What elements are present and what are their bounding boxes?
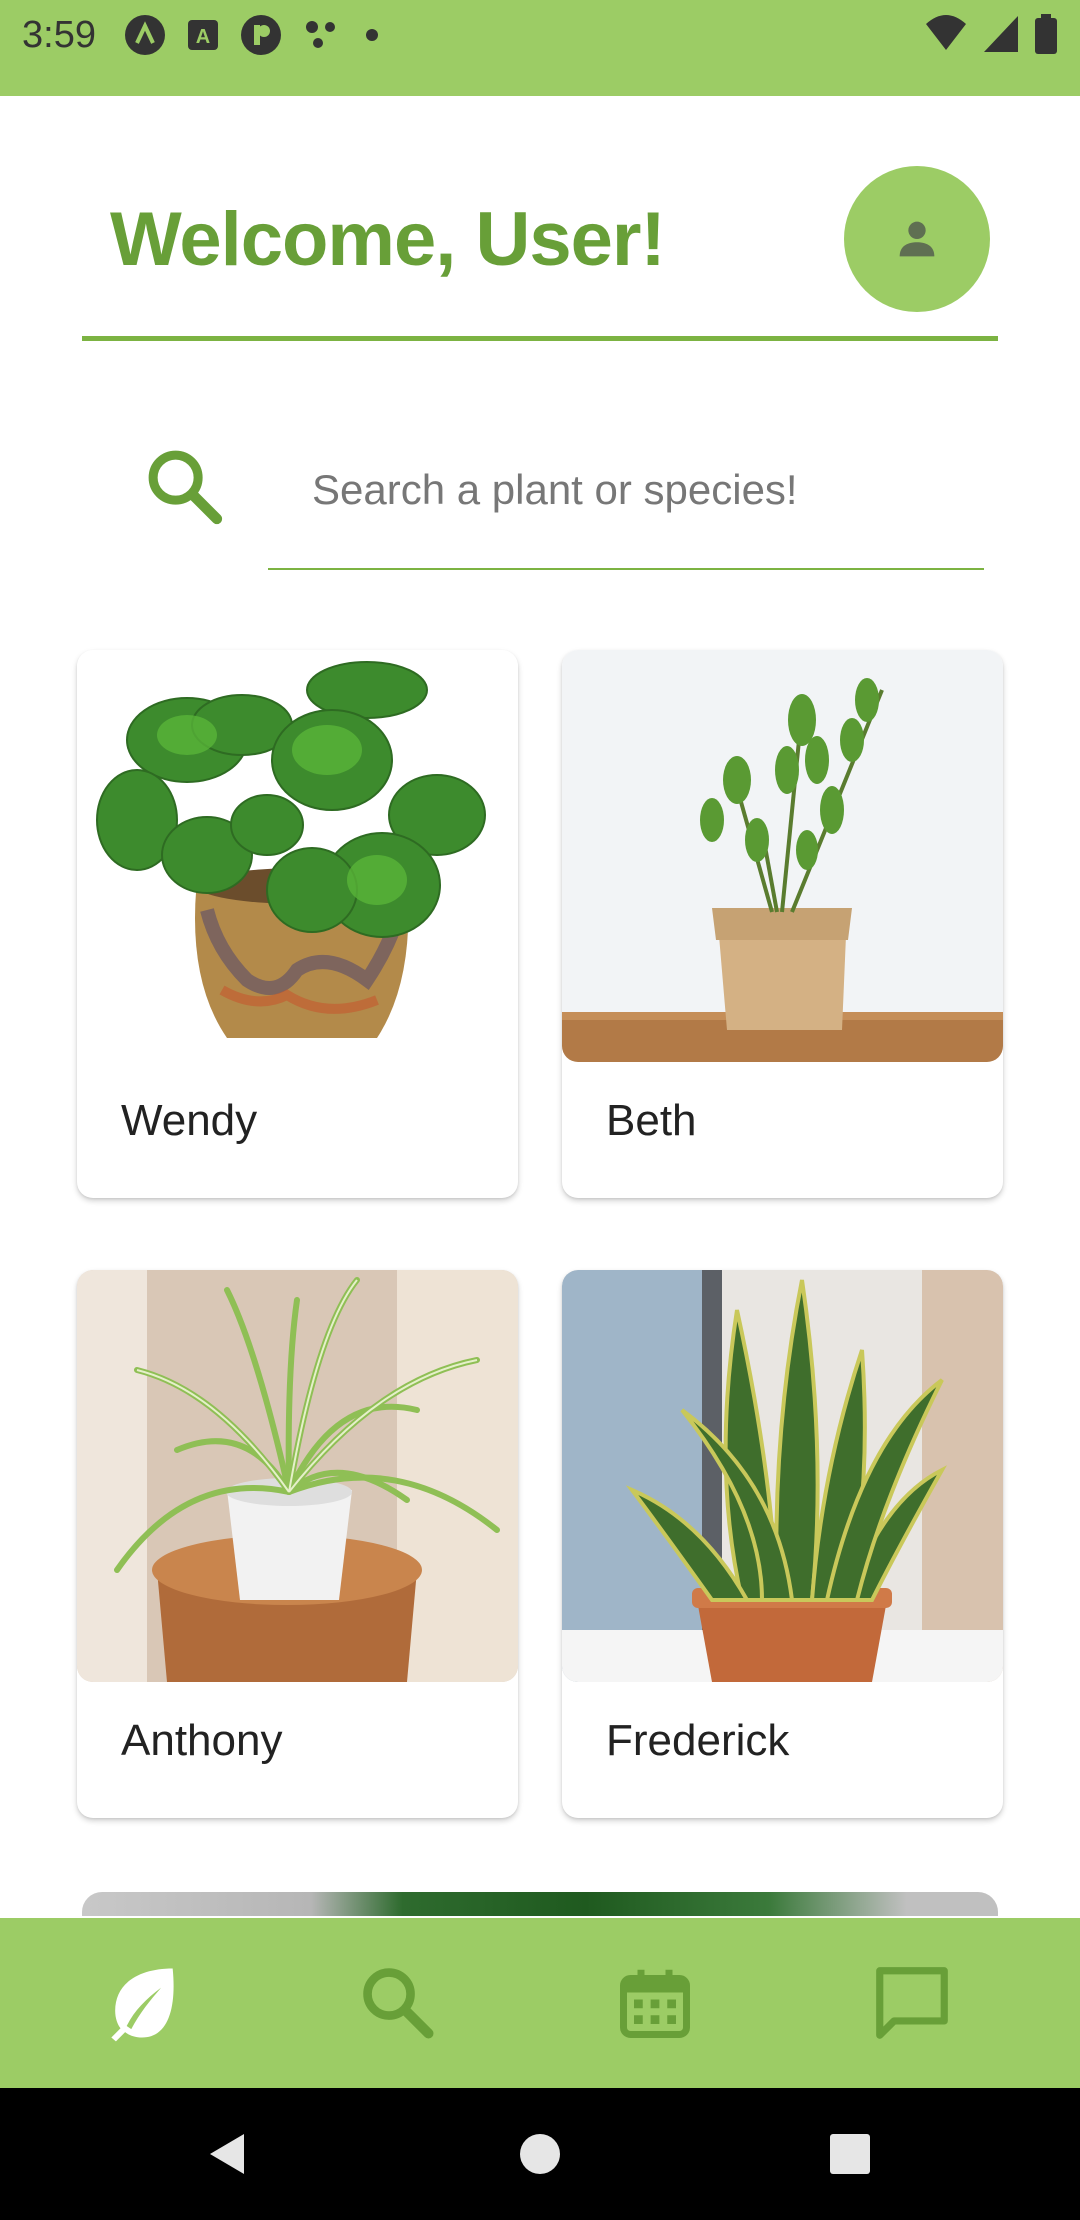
recents-square-icon — [830, 2134, 870, 2174]
dots-notification-icon — [306, 21, 335, 48]
nav-item-calendar[interactable] — [600, 1948, 710, 2058]
header-divider — [82, 336, 998, 341]
recents-button[interactable] — [820, 2124, 880, 2184]
plant-card[interactable]: Anthony — [77, 1270, 518, 1818]
plant-image — [77, 650, 518, 1062]
cellular-signal-icon — [984, 16, 1018, 52]
bottom-navigation — [0, 1918, 1080, 2088]
plant-name: Frederick — [606, 1716, 790, 1765]
person-icon — [899, 221, 935, 257]
home-circle-icon — [520, 2134, 560, 2174]
more-dot-icon — [366, 29, 378, 41]
plant-card[interactable]: Frederick — [562, 1270, 1003, 1818]
plant-image — [562, 1270, 1003, 1682]
page-title: Welcome, User! — [110, 197, 666, 282]
home-button[interactable] — [510, 2124, 570, 2184]
nav-item-plants[interactable] — [87, 1948, 197, 2058]
nav-item-search[interactable] — [343, 1948, 453, 2058]
wifi-icon — [926, 15, 966, 50]
plant-card[interactable]: Wendy — [77, 650, 518, 1198]
search-icon[interactable] — [140, 442, 230, 532]
plant-name: Beth — [606, 1096, 697, 1145]
profile-avatar-button[interactable] — [844, 166, 990, 312]
svg-text:A: A — [196, 26, 210, 48]
status-bar: 3:59 A — [0, 0, 1080, 96]
p-notification-icon — [241, 15, 281, 55]
system-status-icons — [924, 14, 1058, 54]
back-triangle-icon — [210, 2134, 244, 2174]
plant-card[interactable]: Beth — [562, 650, 1003, 1198]
chat-icon — [876, 1967, 948, 2039]
notification-icons: A — [124, 14, 382, 56]
plant-image — [562, 650, 1003, 1062]
calendar-icon — [620, 1969, 690, 2038]
plant-card-partial[interactable] — [82, 1892, 998, 1916]
plant-image — [77, 1270, 518, 1682]
battery-icon — [1035, 14, 1057, 54]
search-input[interactable] — [268, 432, 984, 570]
back-button[interactable] — [196, 2124, 256, 2184]
system-navigation-bar — [0, 2088, 1080, 2220]
plant-name: Anthony — [121, 1716, 283, 1765]
plant-name: Wendy — [121, 1096, 258, 1145]
leaf-icon — [111, 1968, 174, 2042]
nav-item-messages[interactable] — [857, 1948, 967, 2058]
arrow-up-notification-icon — [125, 15, 165, 55]
status-time: 3:59 — [22, 14, 96, 56]
search-icon — [363, 1968, 434, 2039]
text-notification-icon: A — [188, 20, 218, 50]
